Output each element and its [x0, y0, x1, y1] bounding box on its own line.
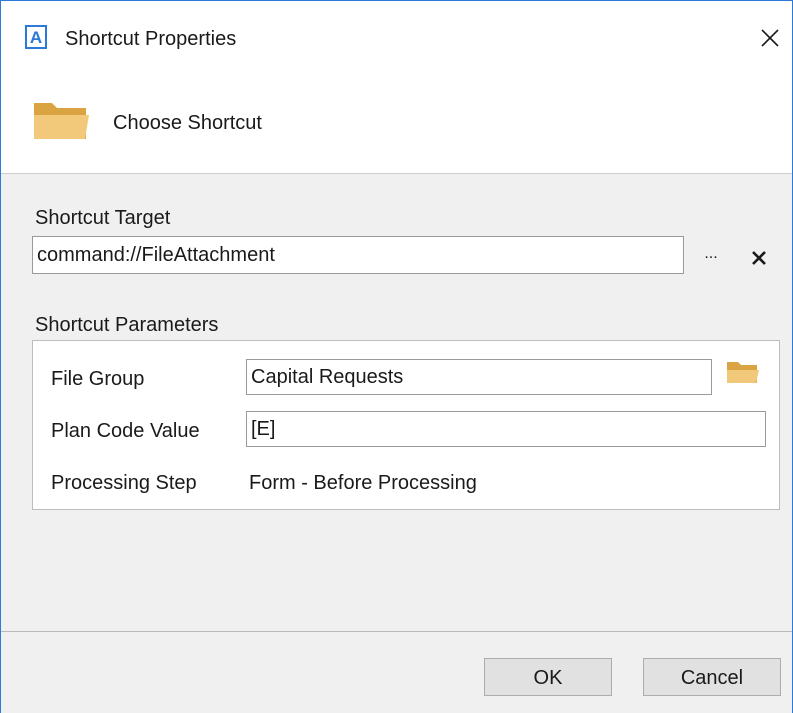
close-icon — [761, 29, 779, 47]
folder-icon — [727, 362, 759, 383]
plan-code-value-label: Plan Code Value — [51, 420, 200, 442]
close-icon — [752, 251, 766, 265]
clear-target-button[interactable] — [749, 248, 769, 268]
shortcut-target-input[interactable] — [32, 236, 684, 274]
close-button[interactable] — [751, 19, 789, 57]
dialog-footer: OK Cancel — [1, 631, 792, 713]
file-group-label: File Group — [51, 368, 145, 390]
cancel-button[interactable]: Cancel — [643, 658, 781, 696]
title-bar: A Shortcut Properties — [1, 1, 792, 79]
window-title: Shortcut Properties — [65, 28, 237, 50]
shortcut-target-label: Shortcut Target — [35, 207, 171, 229]
app-icon: A — [25, 25, 47, 49]
processing-step-value: Form - Before Processing — [249, 472, 477, 494]
browse-target-button[interactable]: ... — [699, 236, 723, 266]
plan-code-value-input[interactable] — [246, 411, 766, 447]
shortcut-properties-dialog: A Shortcut Properties Choose Shortcut Sh… — [0, 0, 793, 713]
shortcut-parameters-label: Shortcut Parameters — [35, 314, 219, 336]
shortcut-parameters-group: File Group Plan Code Value Processing St… — [32, 340, 780, 510]
dialog-header: Choose Shortcut — [1, 79, 792, 173]
file-group-input[interactable] — [246, 359, 712, 395]
header-title: Choose Shortcut — [113, 112, 262, 134]
folder-icon — [34, 103, 89, 139]
ok-button[interactable]: OK — [484, 658, 612, 696]
content-panel: Shortcut Target ... Shortcut Parameters … — [1, 173, 792, 632]
processing-step-label: Processing Step — [51, 472, 197, 494]
file-group-browse-button[interactable] — [726, 359, 760, 385]
